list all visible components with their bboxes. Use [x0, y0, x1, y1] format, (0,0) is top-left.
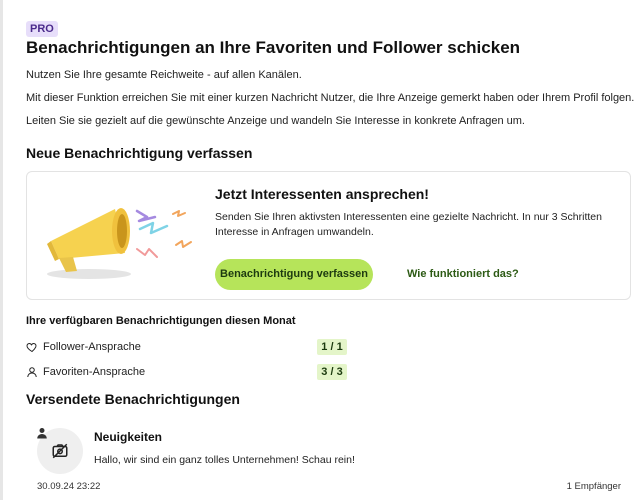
- quota-label: Follower-Ansprache: [43, 341, 141, 353]
- compose-card: Jetzt Interessenten ansprechen! Senden S…: [26, 171, 631, 300]
- pro-badge: PRO: [26, 21, 58, 37]
- how-it-works-link[interactable]: Wie funktioniert das?: [407, 268, 519, 280]
- intro-text-2: Mit dieser Funktion erreichen Sie mit ei…: [26, 92, 635, 104]
- person-icon: [37, 428, 47, 439]
- message-recipients: 1 Empfänger: [566, 481, 621, 492]
- compose-heading: Neue Benachrichtigung verfassen: [26, 145, 253, 161]
- message-text: Hallo, wir sind ein ganz tolles Unterneh…: [94, 454, 355, 466]
- compose-notification-button[interactable]: Benachrichtigung verfassen: [215, 259, 373, 290]
- no-image-icon: [52, 443, 68, 459]
- card-title: Jetzt Interessenten ansprechen!: [215, 186, 429, 202]
- quota-heading: Ihre verfügbaren Benachrichtigungen dies…: [26, 315, 296, 327]
- left-border: [0, 0, 3, 500]
- page-title: Benachrichtigungen an Ihre Favoriten und…: [26, 38, 521, 57]
- card-description: Senden Sie Ihren aktivsten Interessenten…: [215, 211, 602, 238]
- sent-heading: Versendete Benachrichtigungen: [26, 391, 240, 407]
- megaphone-illustration: [47, 208, 192, 279]
- quota-count: 3 / 3: [317, 364, 347, 380]
- quota-row-favorites: Favoriten-Ansprache 3 / 3: [26, 364, 366, 382]
- quota-row-follower: Follower-Ansprache 1 / 1: [26, 339, 366, 357]
- message-title: Neuigkeiten: [94, 430, 163, 444]
- heart-icon: [26, 342, 37, 353]
- quota-count: 1 / 1: [317, 339, 347, 355]
- message-date: 30.09.24 23:22: [37, 481, 101, 492]
- person-icon: [27, 367, 37, 378]
- quota-label: Favoriten-Ansprache: [43, 366, 146, 378]
- intro-text-3: Leiten Sie sie gezielt auf die gewünscht…: [26, 115, 525, 127]
- intro-text-1: Nutzen Sie Ihre gesamte Reichweite - auf…: [26, 69, 302, 81]
